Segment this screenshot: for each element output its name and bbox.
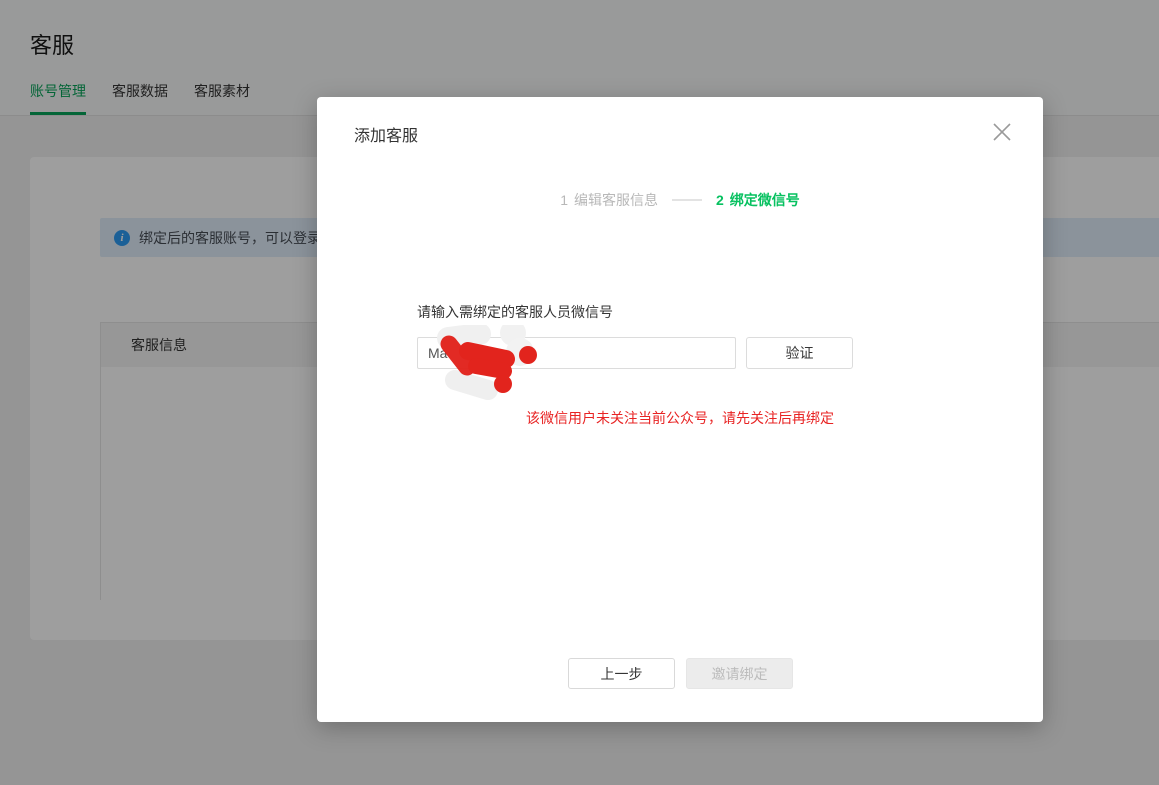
- close-icon[interactable]: [989, 119, 1015, 145]
- previous-step-button[interactable]: 上一步: [568, 658, 675, 689]
- error-message: 该微信用户未关注当前公众号，请先关注后再绑定: [526, 410, 834, 426]
- step-2-bind-wechat: 2 绑定微信号: [716, 190, 800, 210]
- step-indicator: 1 编辑客服信息 2 绑定微信号: [317, 190, 1043, 210]
- wechat-id-label: 请输入需绑定的客服人员微信号: [417, 304, 613, 320]
- add-service-modal: 添加客服 1 编辑客服信息 2 绑定微信号 请输入需绑定的客服人员微信号 验证 …: [317, 97, 1043, 722]
- step-1-edit-info: 1 编辑客服信息: [560, 190, 658, 210]
- step-divider: [672, 199, 702, 201]
- step-1-number: 1: [560, 192, 568, 208]
- step-2-label: 绑定微信号: [729, 192, 800, 208]
- verify-button[interactable]: 验证: [746, 337, 853, 369]
- step-2-number: 2: [716, 192, 724, 208]
- wechat-id-input[interactable]: [417, 337, 736, 369]
- step-1-label: 编辑客服信息: [574, 192, 658, 208]
- invite-bind-button[interactable]: 邀请绑定: [686, 658, 793, 689]
- modal-title: 添加客服: [354, 128, 419, 145]
- close-x-icon: [993, 123, 1011, 141]
